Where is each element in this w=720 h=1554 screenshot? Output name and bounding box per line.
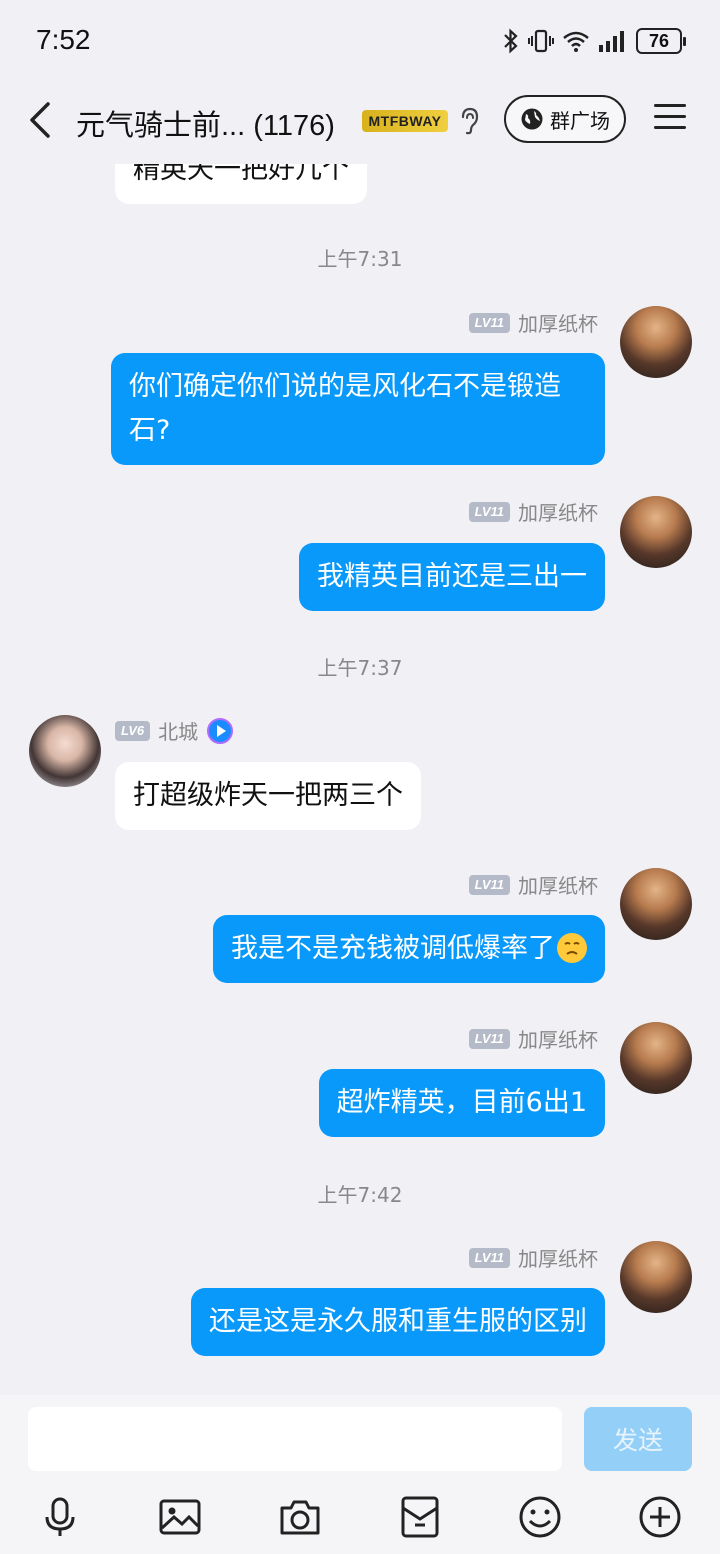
red-packet-icon[interactable] (398, 1495, 442, 1539)
message-input[interactable] (28, 1407, 562, 1471)
status-time: 7:52 (36, 24, 91, 55)
bluetooth-icon (504, 28, 518, 54)
status-bar: 7:52 76 (0, 0, 720, 80)
back-arrow-icon[interactable] (24, 98, 56, 142)
plus-icon[interactable] (638, 1495, 682, 1539)
plaza-label: 群广场 (550, 108, 610, 133)
menu-icon[interactable] (654, 104, 686, 134)
microphone-icon[interactable] (38, 1495, 82, 1539)
input-bar: 发送 (0, 1395, 720, 1554)
timestamp: 上午7:31 (317, 247, 403, 271)
timestamp: 上午7:37 (317, 656, 403, 680)
avatar[interactable] (620, 306, 692, 378)
vibrate-icon (528, 29, 554, 53)
chat-header: 元气骑士前... (1176) MTFBWAY 群广场 (0, 80, 720, 164)
message-list[interactable]: 精英天一把好几个 上午7:31 LV11 加厚纸杯 你们确定你们说的是风化石不是… (0, 140, 720, 1395)
sender-name: 加厚纸杯 (518, 874, 598, 898)
send-button[interactable]: 发送 (584, 1407, 692, 1471)
group-title[interactable]: 元气骑士前... (1176) (76, 102, 335, 144)
wifi-icon (563, 31, 589, 52)
worried-face-icon (557, 933, 587, 963)
message-bubble[interactable]: 还是这是永久服和重生服的区别 (191, 1288, 605, 1356)
sender-name: 加厚纸杯 (518, 501, 598, 525)
sender-info: LV11 加厚纸杯 (468, 870, 598, 899)
globe-icon (521, 108, 543, 130)
level-badge: LV11 (468, 501, 510, 522)
sender-info: LV11 加厚纸杯 (468, 308, 598, 337)
avatar[interactable] (620, 1241, 692, 1313)
level-badge: LV11 (468, 312, 510, 333)
level-badge: LV11 (468, 874, 510, 895)
signal-icon (599, 31, 624, 52)
message-bubble[interactable]: 我是不是充钱被调低爆率了 (213, 915, 605, 983)
sender-info: LV11 加厚纸杯 (468, 1243, 598, 1272)
message-text: 我是不是充钱被调低爆率了 (231, 933, 555, 964)
sender-info: LV11 加厚纸杯 (468, 497, 598, 526)
emoji-icon[interactable] (518, 1495, 562, 1539)
battery-indicator: 76 (636, 28, 686, 54)
avatar[interactable] (620, 868, 692, 940)
sender-name: 北城 (158, 720, 199, 744)
message-bubble[interactable]: 打超级炸天一把两三个 (115, 762, 421, 830)
sender-name: 加厚纸杯 (518, 312, 598, 336)
vip-play-icon (207, 717, 234, 744)
sender-name: 加厚纸杯 (518, 1028, 598, 1052)
timestamp: 上午7:42 (317, 1183, 403, 1207)
group-plaza-button[interactable]: 群广场 (504, 95, 626, 143)
message-bubble[interactable]: 你们确定你们说的是风化石不是锻造石? (111, 353, 605, 465)
ear-icon[interactable] (458, 106, 482, 136)
level-badge: LV11 (468, 1028, 510, 1049)
sender-info: LV11 加厚纸杯 (468, 1024, 598, 1053)
level-badge: LV6 (115, 720, 151, 741)
sender-info: LV6 北城 (115, 716, 234, 745)
image-icon[interactable] (158, 1495, 202, 1539)
group-badge: MTFBWAY (362, 110, 448, 132)
message-bubble[interactable]: 超炸精英，目前6出1 (318, 1069, 605, 1137)
avatar[interactable] (29, 715, 101, 787)
message-bubble[interactable]: 我精英目前还是三出一 (299, 543, 605, 611)
status-icons: 76 (502, 26, 686, 56)
avatar[interactable] (620, 496, 692, 568)
level-badge: LV11 (468, 1247, 510, 1268)
sender-name: 加厚纸杯 (518, 1247, 598, 1271)
avatar[interactable] (620, 1022, 692, 1094)
camera-icon[interactable] (278, 1495, 322, 1539)
